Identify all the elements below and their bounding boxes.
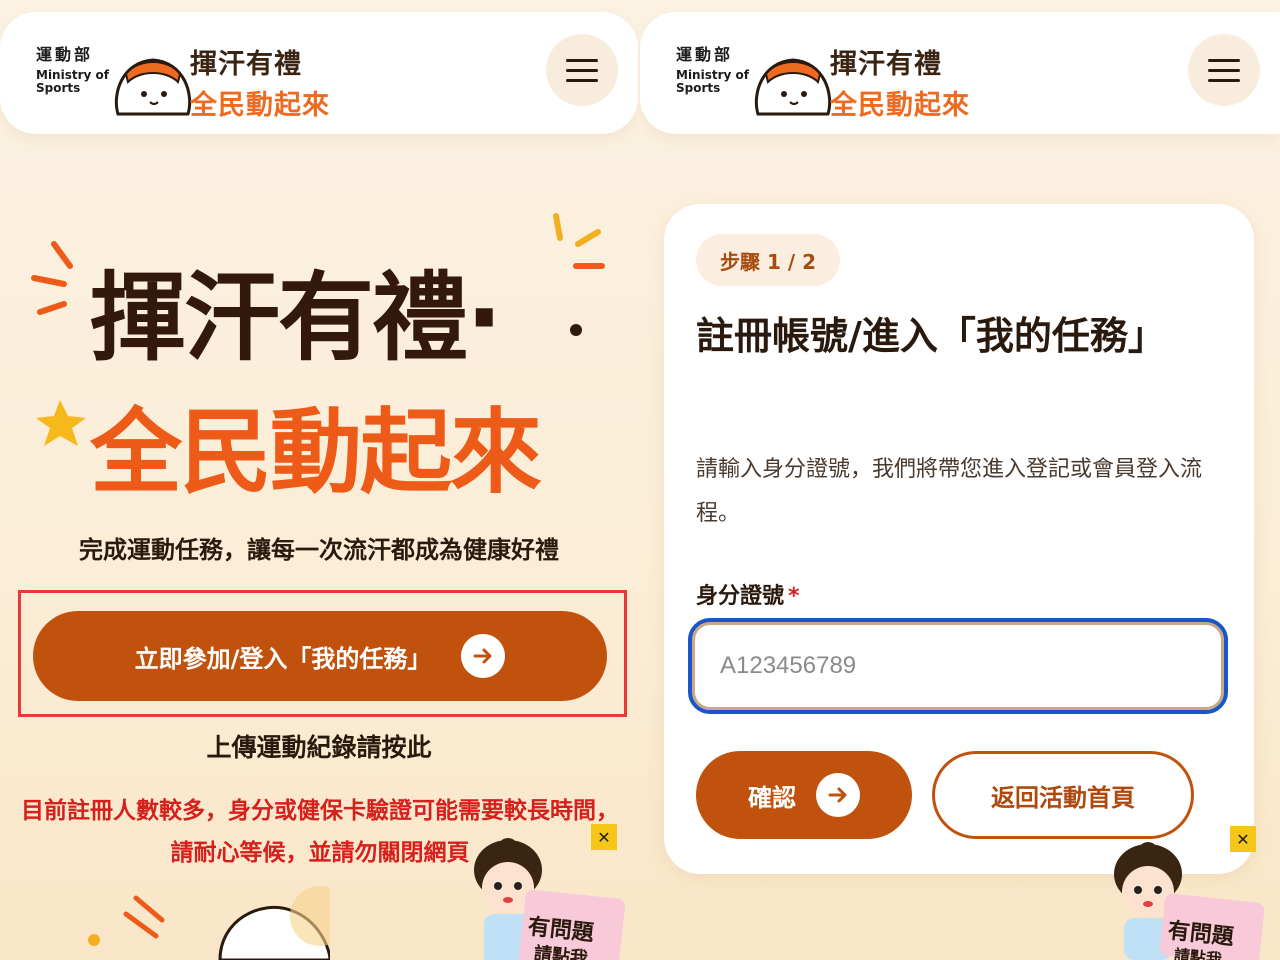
back-to-home-button[interactable]: 返回活動首頁 bbox=[932, 751, 1194, 839]
brand-logo[interactable]: 運動部 Ministry of Sports 揮汗有禮 全民動起來 bbox=[36, 42, 336, 122]
id-field-label: 身分證號 * bbox=[696, 578, 800, 610]
upload-record-link[interactable]: 上傳運動紀錄請按此 bbox=[0, 728, 638, 764]
logo-line-1: 揮汗有禮 bbox=[830, 49, 942, 80]
logo-line-2: 全民動起來 bbox=[190, 90, 330, 121]
id-label-text: 身分證號 bbox=[696, 584, 785, 609]
help-widget[interactable]: 有問題 請點我 bbox=[1098, 834, 1268, 960]
ministry-name-en-1: Ministry of bbox=[36, 67, 109, 82]
mascot-logo bbox=[754, 58, 832, 116]
arrow-right-icon bbox=[461, 634, 506, 678]
join-login-label: 立即參加/登入「我的任務」 bbox=[134, 644, 432, 673]
register-panel: 運動部 Ministry of Sports 揮汗有禮 全民動起來 步驟 1 / bbox=[640, 0, 1280, 960]
campaign-logo-text: 揮汗有禮 全民動起來 bbox=[830, 42, 970, 122]
confirm-button[interactable]: 確認 bbox=[696, 751, 912, 839]
form-description: 請輸入身分證號，我們將帶您進入登記或會員登入流程。 bbox=[696, 457, 1203, 526]
ministry-logo: 運動部 Ministry of Sports bbox=[36, 46, 112, 95]
required-mark: * bbox=[788, 584, 800, 609]
site-header: 運動部 Ministry of Sports 揮汗有禮 全民動起來 bbox=[640, 12, 1280, 134]
hero-banner: 揮汗有禮· 全民動起來 bbox=[20, 200, 620, 506]
logo-line-1: 揮汗有禮 bbox=[190, 49, 302, 80]
menu-icon bbox=[1208, 58, 1240, 62]
id-number-input[interactable] bbox=[688, 618, 1228, 714]
mascot-logo bbox=[114, 58, 192, 116]
menu-icon bbox=[566, 58, 598, 62]
hero-title-line-2: 全民動起來 bbox=[90, 399, 542, 506]
join-login-button[interactable]: 立即參加/登入「我的任務」 bbox=[33, 611, 607, 701]
campaign-logo-text: 揮汗有禮 全民動起來 bbox=[190, 42, 330, 122]
menu-button[interactable] bbox=[546, 34, 618, 106]
arrow-right-icon bbox=[816, 773, 860, 817]
hero-title-line-1: 揮汗有禮· bbox=[90, 262, 502, 374]
landing-panel: 運動部 Ministry of Sports 揮汗有禮 全民動起來 揮汗有禮· … bbox=[0, 0, 640, 960]
ministry-name-en-2: Sports bbox=[676, 80, 721, 95]
ministry-logo: 運動部 Ministry of Sports bbox=[676, 46, 752, 95]
hero-subtitle: 完成運動任務，讓每一次流汗都成為健康好禮 bbox=[79, 536, 559, 564]
confirm-label: 確認 bbox=[748, 783, 796, 812]
logo-line-2: 全民動起來 bbox=[830, 90, 970, 121]
ministry-name-en-1: Ministry of bbox=[676, 67, 749, 82]
brand-logo[interactable]: 運動部 Ministry of Sports 揮汗有禮 全民動起來 bbox=[676, 42, 976, 122]
ministry-name-en-2: Sports bbox=[36, 80, 81, 95]
ministry-name-zh: 運動部 bbox=[676, 45, 734, 64]
bottom-decoration bbox=[88, 886, 330, 960]
help-widget[interactable]: 有問題 請點我 bbox=[458, 830, 628, 960]
step-indicator: 步驟 1 / 2 bbox=[696, 234, 841, 286]
site-header: 運動部 Ministry of Sports 揮汗有禮 全民動起來 bbox=[0, 12, 638, 134]
form-title: 註冊帳號/進入「我的任務」 bbox=[696, 314, 1166, 358]
register-card: 步驟 1 / 2 註冊帳號/進入「我的任務」 請輸入身分證號，我們將帶您進入登記… bbox=[664, 204, 1254, 874]
ministry-name-zh: 運動部 bbox=[36, 45, 94, 64]
menu-button[interactable] bbox=[1188, 34, 1260, 106]
back-label: 返回活動首頁 bbox=[991, 783, 1135, 812]
